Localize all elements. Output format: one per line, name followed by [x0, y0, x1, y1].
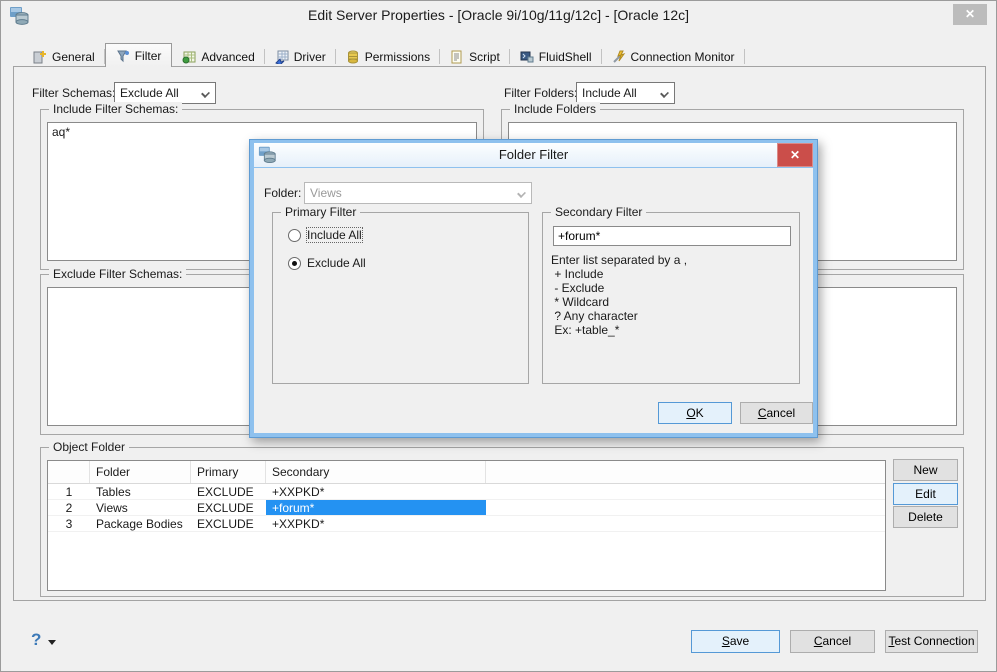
help-button[interactable]: ? [31, 630, 41, 650]
object-folder-label: Object Folder [49, 440, 130, 454]
filter-schemas-combobox[interactable]: Exclude All [114, 82, 216, 104]
column-header-secondary: Secondary [266, 461, 486, 483]
advanced-icon [182, 50, 196, 64]
selected-cell[interactable]: +forum* [266, 500, 486, 515]
radio-circle-icon [288, 256, 301, 270]
tab-driver[interactable]: Driver [265, 46, 336, 67]
save-button[interactable]: Save [691, 630, 780, 653]
folder-label: Folder: [264, 186, 302, 200]
dialog-body: Folder: Views Primary Filter Include All… [254, 168, 813, 433]
table-header-row: Folder Primary Secondary [48, 461, 885, 484]
secondary-filter-input[interactable] [553, 226, 791, 246]
exclude-all-radio[interactable]: Exclude All [288, 256, 366, 270]
tab-filter[interactable]: Filter [104, 43, 173, 67]
column-header-primary: Primary [191, 461, 266, 483]
edit-server-properties-window: Edit Server Properties - [Oracle 9i/10g/… [0, 0, 997, 672]
dialog-cancel-button[interactable]: Cancel [740, 402, 813, 424]
tab-connection-monitor[interactable]: Connection Monitor [602, 46, 745, 67]
include-filter-schemas-label: Include Filter Schemas: [49, 102, 183, 116]
tab-bar: General Filter Advanced Driver Permissio… [23, 43, 745, 67]
delete-button[interactable]: Delete [893, 506, 958, 528]
new-button[interactable]: New [893, 459, 958, 481]
radio-circle-icon [288, 228, 301, 242]
tab-fluidshell[interactable]: FluidShell [510, 46, 602, 67]
window-close-button[interactable]: ✕ [953, 4, 987, 25]
table-row-selected[interactable]: 2 Views EXCLUDE +forum* [48, 500, 885, 516]
test-connection-button[interactable]: Test Connection [885, 630, 978, 653]
titlebar: Edit Server Properties - [Oracle 9i/10g/… [1, 1, 996, 31]
driver-icon [274, 50, 289, 64]
column-header-num [48, 461, 90, 483]
chevron-down-icon [201, 89, 210, 98]
table-row[interactable]: 3 Package Bodies EXCLUDE +XXPKD* [48, 516, 885, 532]
table-row[interactable]: 1 Tables EXCLUDE +XXPKD* [48, 484, 885, 500]
ok-button[interactable]: OK [658, 402, 732, 424]
filter-folders-combobox[interactable]: Include All [576, 82, 675, 104]
edit-button[interactable]: Edit [893, 483, 958, 505]
script-icon [450, 50, 464, 64]
dialog-title: Folder Filter [498, 147, 569, 162]
tab-general[interactable]: General [23, 46, 105, 67]
filter-icon [116, 49, 130, 63]
primary-filter-label: Primary Filter [281, 205, 361, 219]
folder-combobox[interactable]: Views [304, 182, 532, 204]
secondary-filter-group: Secondary Filter Enter list separated by… [542, 205, 800, 384]
window-title: Edit Server Properties - [Oracle 9i/10g/… [307, 7, 690, 23]
permissions-icon [346, 50, 360, 64]
include-all-radio[interactable]: Include All [288, 227, 363, 243]
fluidshell-icon [520, 50, 534, 64]
filter-folders-label: Filter Folders: [504, 86, 578, 100]
primary-filter-group: Primary Filter Include All Exclude All [272, 205, 529, 384]
secondary-filter-label: Secondary Filter [551, 205, 647, 219]
folder-filter-dialog: Folder Filter ✕ Folder: Views Primary Fi… [249, 139, 818, 438]
column-header-folder: Folder [90, 461, 191, 483]
help-dropdown-caret-icon[interactable] [48, 640, 56, 645]
include-folders-label: Include Folders [510, 102, 601, 116]
tab-permissions[interactable]: Permissions [336, 46, 441, 67]
filter-schemas-label: Filter Schemas: [32, 86, 116, 100]
connection-monitor-icon [612, 50, 626, 64]
object-folder-group: Object Folder Folder Primary Secondary 1… [40, 440, 964, 597]
chevron-down-icon [660, 89, 669, 98]
object-folder-table[interactable]: Folder Primary Secondary 1 Tables EXCLUD… [47, 460, 886, 591]
cancel-button[interactable]: Cancel [790, 630, 875, 653]
chevron-down-icon [517, 189, 526, 198]
tab-script[interactable]: Script [440, 46, 510, 67]
dialog-close-button[interactable]: ✕ [777, 143, 813, 167]
dialog-titlebar: Folder Filter ✕ [254, 143, 813, 167]
general-icon [33, 50, 47, 64]
tab-advanced[interactable]: Advanced [172, 46, 265, 67]
exclude-filter-schemas-label: Exclude Filter Schemas: [49, 267, 187, 281]
